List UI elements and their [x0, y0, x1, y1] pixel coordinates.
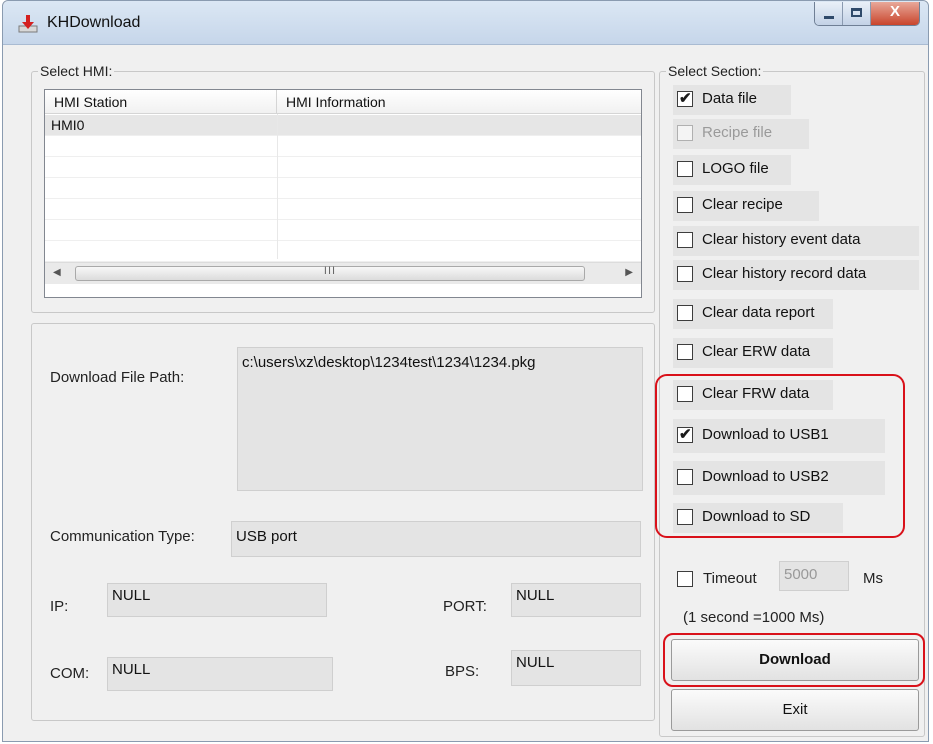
checkbox-label: Clear history record data [702, 265, 867, 282]
checkbox-clear-erw-data[interactable]: Clear ERW data [673, 338, 833, 368]
checkbox-clear-recipe[interactable]: Clear recipe [673, 191, 819, 221]
checkbox-box[interactable] [677, 344, 693, 360]
window-title: KHDownload [47, 14, 141, 31]
com-field: NULL [107, 657, 333, 691]
ip-field: NULL [107, 583, 327, 617]
timeout-checkbox[interactable] [677, 571, 693, 587]
empty-row [45, 220, 641, 241]
checkbox-label: Recipe file [702, 124, 773, 141]
window-controls: X [814, 2, 920, 26]
scroll-left-icon[interactable]: ◀ [53, 267, 61, 278]
column-divider [277, 114, 278, 259]
maximize-icon [851, 8, 862, 17]
empty-row [45, 241, 641, 262]
usb-options-highlight [655, 374, 905, 538]
empty-row [45, 157, 641, 178]
close-button[interactable]: X [871, 2, 919, 25]
download-file-path-field: c:\users\xz\desktop\1234test\1234\1234.p… [237, 347, 643, 491]
timeout-value-field[interactable]: 5000 [779, 561, 849, 591]
port-label: PORT: [443, 598, 487, 615]
empty-row [45, 136, 641, 157]
timeout-note: (1 second =1000 Ms) [683, 609, 825, 626]
horizontal-scrollbar[interactable]: ◀ III ▶ [45, 262, 641, 284]
checkbox-recipe-file[interactable]: Recipe file [673, 119, 809, 149]
scroll-right-icon[interactable]: ▶ [625, 267, 633, 278]
app-window: KHDownload X Select HMI: HMI Station HMI… [2, 0, 929, 742]
checkbox-label: Data file [702, 90, 758, 107]
communication-type-label: Communication Type: [50, 528, 195, 545]
checkbox-label: Clear ERW data [702, 343, 811, 360]
port-field: NULL [511, 583, 641, 617]
scroll-thumb[interactable]: III [75, 265, 585, 281]
checkbox-clear-data-report[interactable]: Clear data report [673, 299, 833, 329]
hmi-station-cell: HMI0 [51, 117, 85, 133]
select-hmi-label: Select HMI: [38, 63, 115, 79]
minimize-button[interactable] [815, 2, 843, 25]
empty-row [45, 178, 641, 199]
empty-row [45, 199, 641, 220]
checkbox-box[interactable] [677, 125, 693, 141]
com-label: COM: [50, 665, 90, 682]
download-file-path-label: Download File Path: [50, 369, 185, 386]
checkbox-box[interactable] [677, 197, 693, 213]
maximize-button[interactable] [843, 2, 871, 25]
checkbox-box[interactable] [677, 232, 693, 248]
table-row[interactable]: HMI0 [45, 115, 641, 136]
timeout-label: Timeout [703, 570, 757, 587]
minimize-icon [824, 16, 834, 19]
checkbox-clear-history-event-data[interactable]: Clear history event data [673, 226, 919, 256]
checkbox-box[interactable] [677, 305, 693, 321]
checkbox-label: Clear history event data [702, 231, 861, 248]
checkbox-logo-file[interactable]: LOGO file [673, 155, 791, 185]
hmi-list[interactable]: HMI Station HMI Information HMI0 ◀ III ▶ [44, 89, 642, 298]
download-button-highlight [663, 633, 925, 687]
hmi-list-header: HMI Station HMI Information [45, 90, 641, 114]
bps-field: NULL [511, 650, 641, 686]
checkbox-box[interactable] [677, 266, 693, 282]
checkbox-clear-history-record-data[interactable]: Clear history record data [673, 260, 919, 290]
close-icon: X [889, 3, 900, 20]
bps-label: BPS: [445, 663, 480, 680]
checkbox-label: LOGO file [702, 160, 769, 177]
column-hmi-station[interactable]: HMI Station [45, 90, 277, 114]
checkbox-label: Clear data report [702, 304, 815, 321]
checkbox-data-file[interactable]: ✔ Data file [673, 85, 791, 115]
exit-button[interactable]: Exit [671, 689, 919, 731]
communication-type-field: USB port [231, 521, 641, 557]
select-section-label: Select Section: [666, 63, 764, 79]
checkbox-box[interactable] [677, 161, 693, 177]
scroll-grip: III [323, 265, 337, 277]
check-icon: ✔ [679, 90, 692, 107]
download-arrow-icon [18, 15, 38, 33]
column-hmi-information[interactable]: HMI Information [277, 90, 641, 114]
ip-label: IP: [50, 598, 69, 615]
timeout-unit: Ms [863, 570, 883, 587]
checkbox-label: Clear recipe [702, 196, 783, 213]
title-bar[interactable]: KHDownload X [3, 1, 928, 45]
checkbox-box[interactable]: ✔ [677, 90, 693, 107]
